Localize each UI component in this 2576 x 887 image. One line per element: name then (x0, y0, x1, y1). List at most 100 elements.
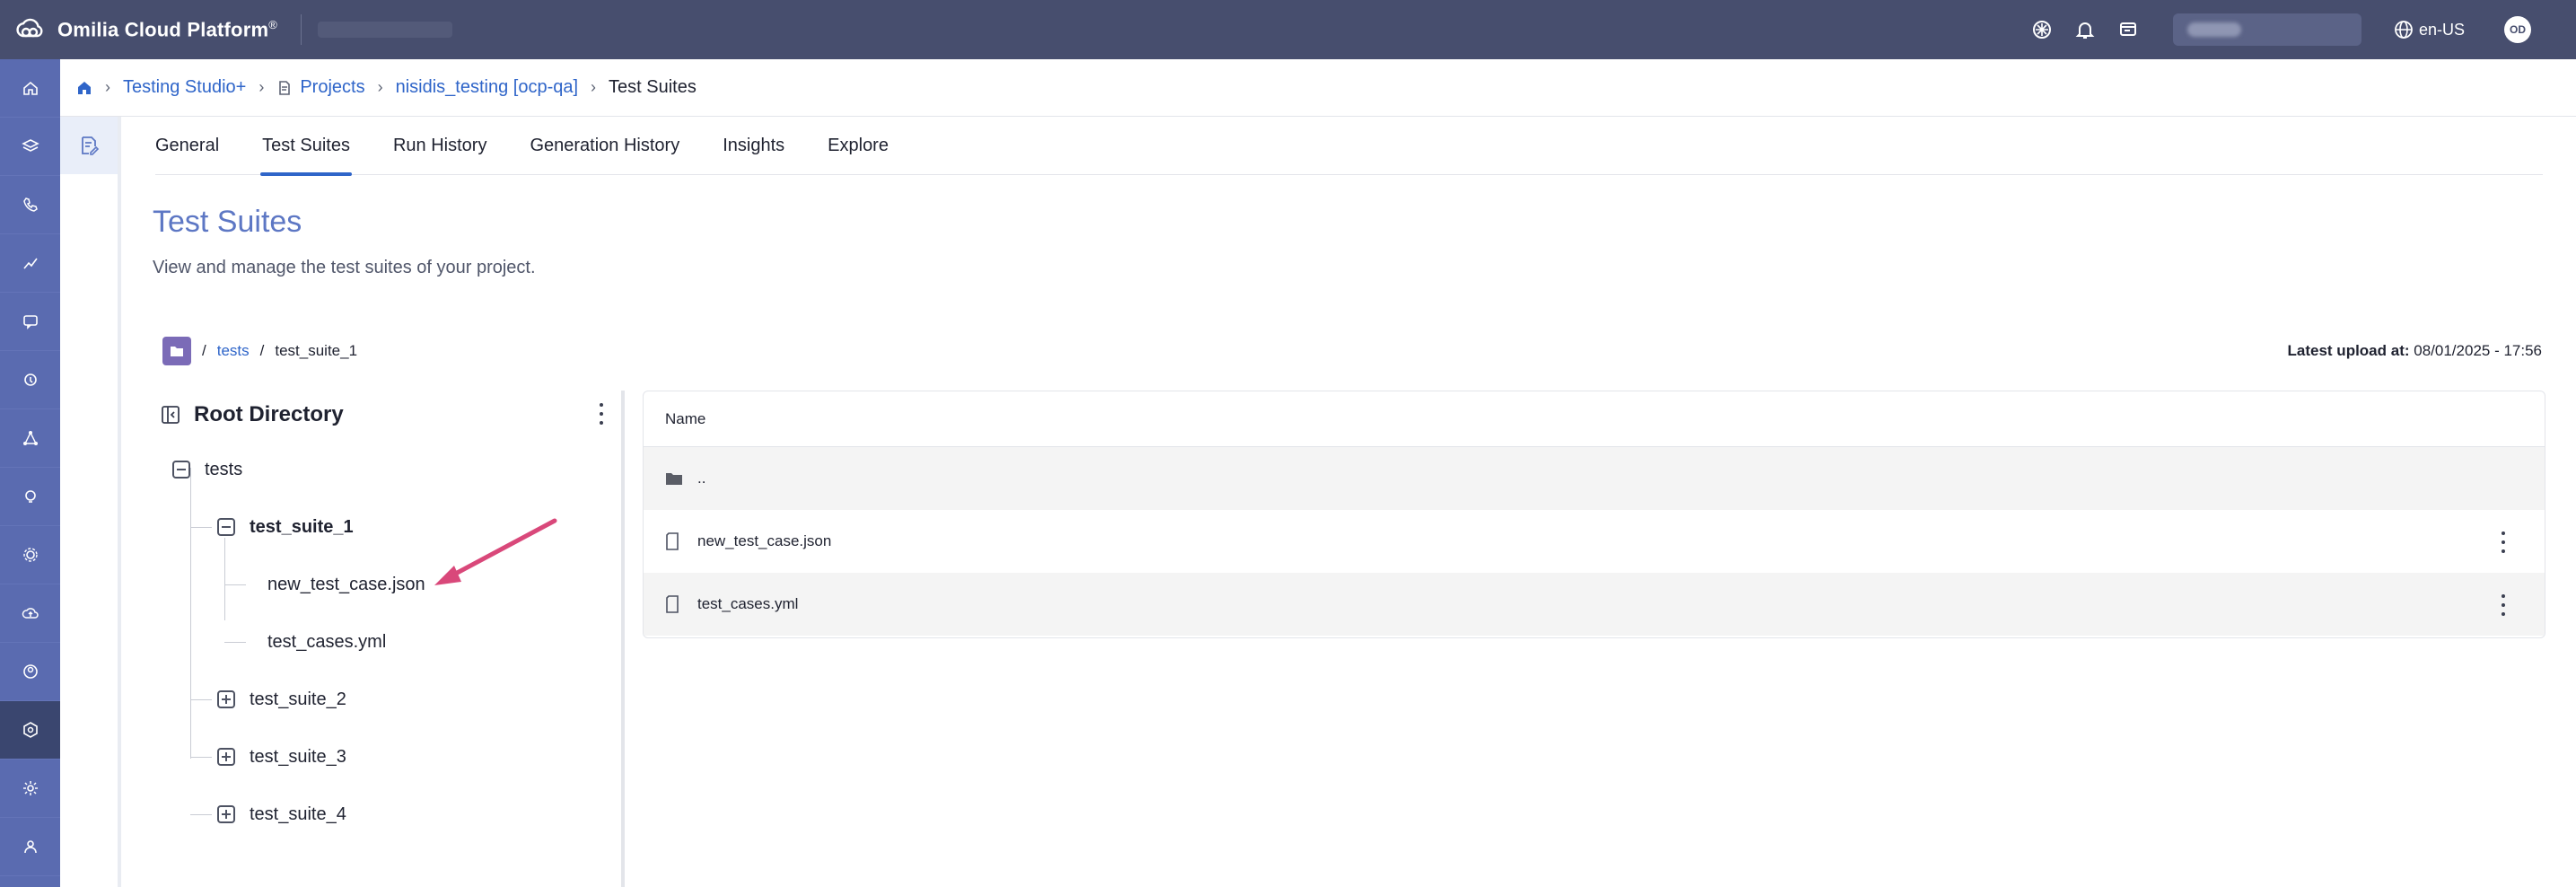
tree-node-label: test_suite_2 (250, 689, 346, 709)
brand[interactable]: Omilia Cloud Platform® (0, 0, 277, 59)
gear-wheel-icon (22, 548, 38, 562)
collapse-icon[interactable] (172, 461, 190, 479)
panel-collapse-icon[interactable] (160, 404, 181, 426)
tree-connector (190, 814, 212, 815)
tree-node-test-suite-2[interactable]: test_suite_2 (217, 686, 346, 713)
chevron-right-icon: › (105, 78, 110, 96)
expand-icon[interactable] (217, 748, 235, 766)
path-separator: / (202, 342, 206, 359)
rail-item-chat[interactable] (0, 293, 60, 351)
tab-insights[interactable]: Insights (723, 130, 784, 175)
tab-explore[interactable]: Explore (828, 130, 889, 175)
help-icon[interactable] (2020, 8, 2063, 51)
tree-node-test-suite-1[interactable]: test_suite_1 (217, 514, 354, 540)
chat-icon (22, 315, 38, 329)
expand-icon[interactable] (217, 690, 235, 708)
language-label: en-US (2418, 20, 2465, 39)
user-account-box[interactable] (2172, 13, 2361, 46)
expand-icon[interactable] (217, 805, 235, 823)
breadcrumb: › Testing Studio+ › Projects › nisidis_t… (60, 59, 2576, 117)
file-menu-icon[interactable] (2494, 531, 2512, 553)
layers-icon (21, 139, 39, 152)
language-selector[interactable]: en-US (2394, 20, 2465, 40)
rail-item-users[interactable] (0, 643, 60, 701)
folder-icon[interactable] (162, 337, 191, 365)
tab-general[interactable]: General (155, 130, 219, 175)
top-bar: Omilia Cloud Platform® en-US OD (0, 0, 2576, 59)
rail-item-gear-wheel[interactable] (0, 526, 60, 584)
file-menu-icon[interactable] (2494, 594, 2512, 616)
rail-item-lightbulb[interactable] (0, 468, 60, 526)
rail-item-analytics[interactable] (0, 234, 60, 293)
notifications-bell-icon[interactable] (2063, 8, 2107, 51)
testing-icon (22, 722, 38, 738)
cloud-upload-icon (22, 608, 39, 619)
rail-item-admin[interactable] (0, 818, 60, 876)
tree-header: Root Directory (160, 391, 618, 439)
tree-connector (224, 642, 246, 643)
tab-run-history[interactable]: Run History (393, 130, 486, 175)
collapse-icon[interactable] (217, 518, 235, 536)
rail-item-layers[interactable] (0, 118, 60, 176)
tab-bar: General Test Suites Run History Generati… (155, 130, 2543, 176)
folder-icon (665, 471, 683, 486)
lightbulb-icon (24, 490, 36, 503)
latest-upload-label: Latest upload at: (2287, 342, 2410, 359)
projects-icon (276, 80, 293, 96)
rail-item-support[interactable] (0, 351, 60, 409)
file-row[interactable]: new_test_case.json (644, 510, 2545, 573)
latest-upload: Latest upload at: 08/01/2025 - 17:56 (2288, 342, 2542, 360)
page-title: Test Suites (153, 205, 302, 239)
tree-node-label: test_suite_3 (250, 746, 346, 767)
release-notes-icon[interactable] (2107, 8, 2150, 51)
file-list-header: Name (644, 391, 2545, 447)
phone-icon (22, 198, 38, 212)
path-link-tests[interactable]: tests (217, 342, 250, 360)
rail-item-testing[interactable] (0, 701, 60, 760)
tab-test-suites[interactable]: Test Suites (260, 130, 352, 176)
file-row[interactable]: test_cases.yml (644, 573, 2545, 636)
rail-item-network[interactable] (0, 409, 60, 468)
tree-connector (190, 757, 212, 758)
tree-title: Root Directory (194, 402, 344, 426)
tree-node-test-suite-4[interactable]: test_suite_4 (217, 801, 346, 828)
tree-node-new-test-case[interactable]: new_test_case.json (267, 571, 425, 598)
home-icon[interactable] (76, 80, 92, 96)
rail-item-phone[interactable] (0, 176, 60, 234)
settings-icon (22, 781, 38, 795)
globe-icon (2395, 21, 2413, 39)
home-icon (22, 81, 38, 95)
breadcrumb-current: Test Suites (609, 77, 697, 97)
avatar[interactable]: OD (2504, 16, 2531, 43)
tree-node-label: test_cases.yml (267, 631, 387, 652)
rail-item-home[interactable] (0, 59, 60, 118)
breadcrumb-testing-studio[interactable]: Testing Studio+ (123, 77, 246, 98)
tab-generation-history[interactable]: Generation History (530, 130, 679, 175)
path-separator: / (259, 342, 265, 359)
tree-menu-icon[interactable] (592, 403, 610, 425)
tree-node-test-suite-3[interactable]: test_suite_3 (217, 743, 346, 770)
environment-selector[interactable] (318, 22, 453, 38)
tree-connector (224, 538, 225, 620)
file-row-parent[interactable]: .. (644, 447, 2545, 510)
breadcrumb-project[interactable]: nisidis_testing [ocp-qa] (396, 77, 578, 98)
tree-node-test-cases[interactable]: test_cases.yml (267, 628, 386, 655)
analytics-icon (22, 258, 38, 269)
chevron-right-icon: › (591, 78, 597, 96)
top-right-controls: en-US OD (2020, 0, 2576, 59)
latest-upload-value: 08/01/2025 - 17:56 (2414, 342, 2542, 359)
tree-node-label: test_suite_1 (250, 516, 354, 537)
path-current: test_suite_1 (275, 342, 358, 359)
tree-connector (190, 468, 191, 759)
rail-item-cloud-upload[interactable] (0, 584, 60, 643)
support-icon (23, 373, 37, 386)
tree-node-label: tests (205, 459, 243, 479)
file-name: test_cases.yml (697, 595, 799, 612)
file-name: new_test_case.json (697, 532, 832, 549)
file-icon (665, 594, 683, 614)
tree-node-tests[interactable]: tests (172, 456, 242, 483)
test-suites-nav-item[interactable] (60, 117, 118, 174)
rail-item-settings[interactable] (0, 760, 60, 818)
main-content: General Test Suites Run History Generati… (125, 118, 2576, 887)
breadcrumb-projects[interactable]: Projects (300, 77, 364, 98)
